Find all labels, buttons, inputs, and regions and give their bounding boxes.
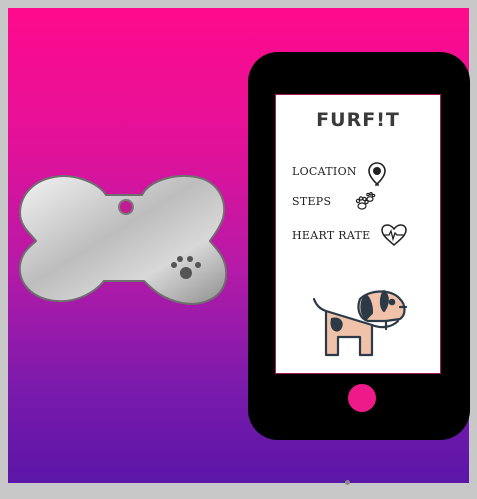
carousel-indicator-dot[interactable]	[345, 480, 350, 485]
promo-canvas: FURF!T LOCATION STEPS HEART RATE	[8, 8, 470, 483]
phone-mockup: FURF!T LOCATION STEPS HEART RATE	[248, 52, 470, 440]
phone-screen: FURF!T LOCATION STEPS HEART RATE	[275, 94, 441, 374]
image-frame: FURF!T LOCATION STEPS HEART RATE	[0, 0, 477, 499]
heart-rate-icon	[381, 224, 407, 246]
phone-home-button	[344, 380, 380, 416]
paw-steps-icon	[355, 191, 376, 210]
location-pin-icon	[368, 162, 386, 186]
feature-steps-label: STEPS	[292, 195, 332, 208]
feature-heart-rate-label: HEART RATE	[292, 229, 371, 242]
bone-tag-image	[18, 175, 228, 305]
dog-illustration	[312, 289, 408, 357]
brand-title: FURF!T	[316, 109, 400, 131]
feature-location-label: LOCATION	[292, 165, 357, 178]
